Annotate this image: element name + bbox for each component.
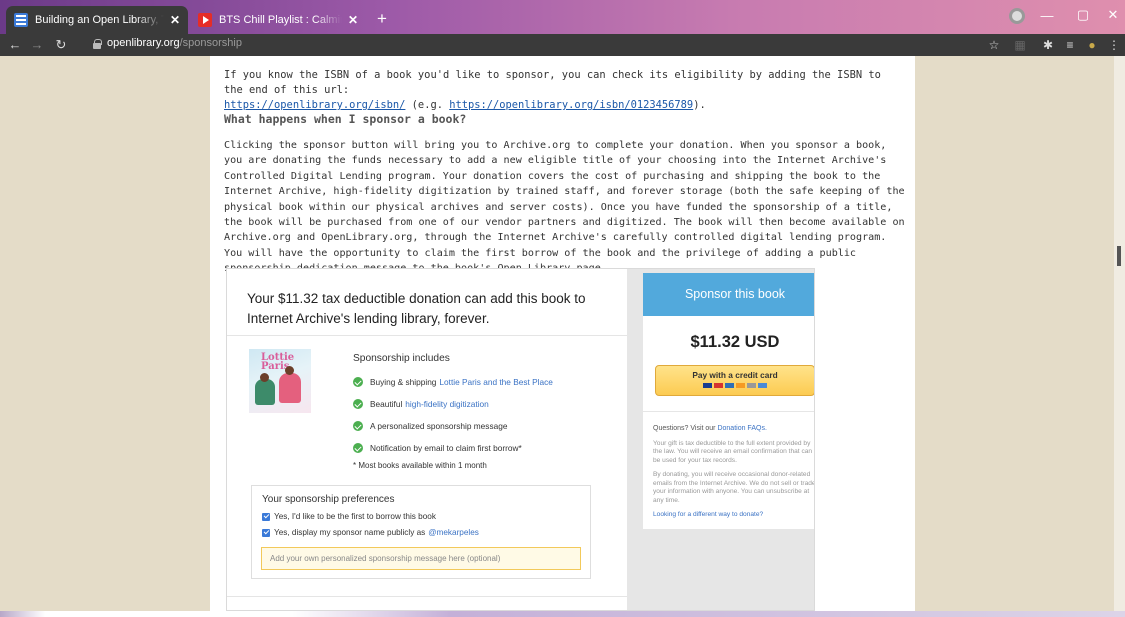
reload-icon[interactable]: ↻ — [52, 36, 70, 54]
browser-toolbar: ← → ↻ openlibrary.org/sponsorship ☆ ▦ ✱ … — [0, 34, 1125, 56]
include-text: Buying & shipping — [370, 377, 437, 387]
forward-arrow-icon[interactable]: → — [28, 36, 46, 54]
price-label: $11.32 USD — [690, 333, 780, 351]
availability-note: * Most books available within 1 month — [353, 461, 487, 470]
address-bar[interactable]: openlibrary.org/sponsorship — [107, 37, 242, 49]
sponsorship-preferences: Your sponsorship preferences Yes, I'd li… — [251, 485, 591, 579]
pay-button-label: Pay with a credit card — [692, 370, 778, 380]
faq-question: Questions? Visit our Donation FAQs. — [653, 425, 814, 434]
check-icon — [353, 377, 363, 387]
isbn-intro: If you know the ISBN of a book you'd lik… — [224, 68, 904, 113]
divider — [227, 335, 627, 336]
tab-title: Building an Open Library, Togeth — [35, 14, 164, 26]
new-tab-button[interactable]: + — [372, 9, 392, 29]
divider — [643, 411, 814, 412]
sponsor-this-book-button[interactable]: Sponsor this book — [643, 273, 814, 316]
back-arrow-icon[interactable]: ← — [6, 36, 24, 54]
check-icon — [353, 399, 363, 409]
list-item: Notification by email to claim first bor… — [353, 437, 553, 459]
payment-column: Sponsor this book $11.32 USD Pay with a … — [627, 269, 815, 610]
puzzle-extension-icon[interactable]: ✱ — [1040, 37, 1056, 53]
tab-title: BTS Chill Playlist : Calming and Re — [219, 14, 342, 26]
divider — [227, 596, 627, 597]
minimize-icon[interactable]: — — [1030, 0, 1064, 30]
section-heading: What happens when I sponsor a book? — [224, 112, 467, 126]
sponsor-username[interactable]: @mekarpeles — [428, 528, 479, 537]
isbn-url-link[interactable]: https://openlibrary.org/isbn/ — [224, 99, 405, 111]
borrow-first-option[interactable]: Yes, I'd like to be the first to borrow … — [262, 512, 436, 521]
scroll-thumb[interactable] — [1117, 246, 1121, 266]
book-title-link[interactable]: Lottie Paris and the Best Place — [439, 377, 552, 387]
list-item: Beautiful high-fidelity digitization — [353, 393, 553, 415]
borrow-first-label: Yes, I'd like to be the first to borrow … — [274, 512, 436, 521]
lock-icon — [93, 39, 102, 49]
url-host: openlibrary.org — [107, 37, 180, 49]
close-tab-icon[interactable]: ✕ — [170, 13, 180, 27]
display-name-label: Yes, display my sponsor name publicly as — [274, 528, 426, 537]
digitization-link[interactable]: high-fidelity digitization — [405, 399, 488, 409]
include-text: Notification by email to claim first bor… — [370, 443, 522, 453]
page-scrollbar[interactable] — [1114, 56, 1125, 611]
borrow-first-checkbox[interactable] — [262, 512, 270, 521]
tax-info-text: Your gift is tax deductible to the full … — [653, 439, 813, 464]
extension-icon[interactable]: ▦ — [1012, 37, 1028, 53]
example-suffix: ). — [693, 99, 706, 111]
reading-list-icon[interactable]: ≡ — [1062, 37, 1078, 53]
donation-faqs-link[interactable]: Donation FAQs. — [717, 425, 766, 432]
open-library-favicon-icon — [14, 13, 28, 27]
page-content: If you know the ISBN of a book you'd lik… — [210, 56, 915, 611]
taskbar-strip — [0, 611, 1125, 617]
list-item: A personalized sponsorship message — [353, 415, 553, 437]
faq-question-text: Questions? Visit our — [653, 425, 716, 432]
intro-text: If you know the ISBN of a book you'd lik… — [224, 69, 881, 96]
sponsorship-message-input[interactable]: Add your own personalized sponsorship me… — [261, 547, 581, 570]
check-icon — [353, 421, 363, 431]
profile-icon[interactable] — [1009, 8, 1025, 24]
tab-strip: Building an Open Library, Togeth ✕ BTS C… — [0, 0, 1125, 34]
faq-section: Questions? Visit our Donation FAQs. Your… — [653, 425, 815, 520]
example-prefix: (e.g. — [405, 99, 450, 111]
credit-card-icons — [656, 383, 814, 388]
pay-credit-card-button[interactable]: Pay with a credit card — [655, 365, 814, 396]
book-cover-image: Lottie Paris — [249, 349, 311, 413]
tab-bts-playlist[interactable]: BTS Chill Playlist : Calming and Re ✕ — [190, 6, 366, 34]
different-way-link[interactable]: Looking for a different way to donate? — [653, 511, 814, 520]
youtube-favicon-icon — [198, 13, 212, 27]
avatar-icon[interactable]: ● — [1084, 37, 1100, 53]
close-window-icon[interactable]: ✕ — [1096, 0, 1125, 30]
tab-open-library[interactable]: Building an Open Library, Togeth ✕ — [6, 6, 188, 34]
star-bookmark-icon[interactable]: ☆ — [986, 37, 1002, 53]
sponsorship-includes: Sponsorship includes Buying & shipping L… — [353, 353, 553, 470]
display-name-option[interactable]: Yes, display my sponsor name publicly as… — [262, 528, 479, 537]
section-paragraph: Clicking the sponsor button will bring y… — [224, 140, 905, 274]
prefs-title: Your sponsorship preferences — [262, 494, 395, 505]
list-item: Buying & shipping Lottie Paris and the B… — [353, 371, 553, 393]
include-text: Beautiful — [370, 399, 403, 409]
email-info-text: By donating, you will receive occasional… — [653, 471, 815, 504]
check-icon — [353, 443, 363, 453]
display-name-checkbox[interactable] — [262, 528, 270, 537]
includes-heading: Sponsorship includes — [353, 353, 450, 364]
donation-title: Your $11.32 tax deductible donation can … — [247, 291, 586, 326]
payment-card: Sponsor this book $11.32 USD Pay with a … — [643, 273, 815, 529]
sponsorship-widget: Your $11.32 tax deductible donation can … — [226, 268, 815, 611]
url-path: /sponsorship — [179, 37, 242, 49]
menu-kebab-icon[interactable]: ⋮ — [1106, 37, 1122, 53]
maximize-icon[interactable]: ▢ — [1066, 0, 1100, 30]
close-tab-icon[interactable]: ✕ — [348, 13, 358, 27]
include-text: A personalized sponsorship message — [370, 421, 508, 431]
isbn-example-link[interactable]: https://openlibrary.org/isbn/0123456789 — [449, 99, 693, 111]
